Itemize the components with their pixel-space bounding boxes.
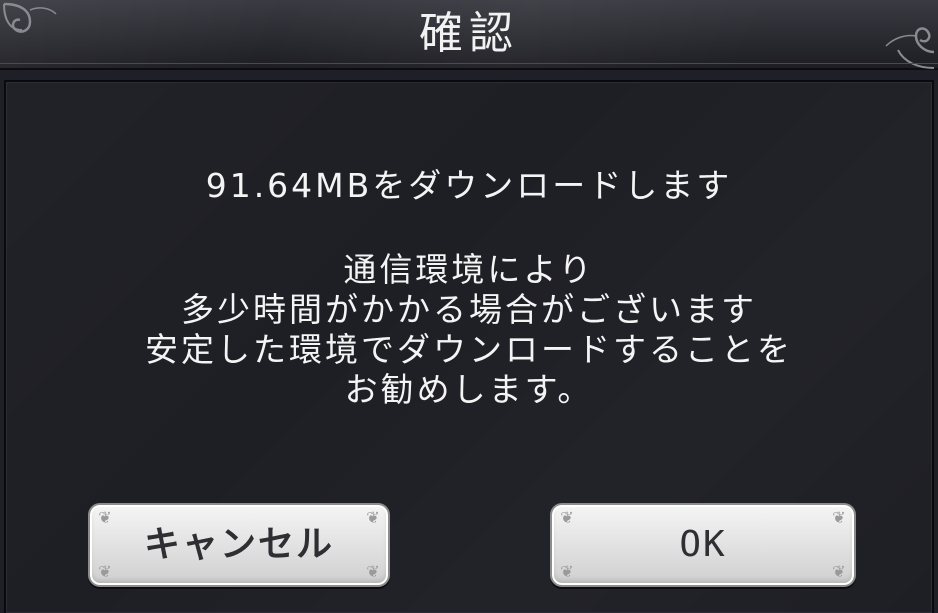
scroll-ornament-icon	[885, 27, 935, 69]
notice-line: 多少時間がかかる場合がございます	[181, 290, 757, 329]
notice-line: お勧めします。	[344, 370, 594, 409]
notice-line: 安定した環境でダウンロードすることを	[145, 330, 793, 369]
dialog-title: 確認	[419, 8, 519, 59]
cancel-button-label: キャンセル	[143, 524, 334, 565]
ok-button-label: OK	[679, 524, 727, 565]
ok-button[interactable]: ❦ ❦ ❦ ❦ OK	[550, 503, 856, 587]
download-confirm-dialog: 確認 91.64MBをダウンロードします 通信環境により 多少時間がかかる場合が…	[0, 0, 938, 613]
notice-line: 通信環境により	[343, 250, 595, 289]
cancel-button[interactable]: ❦ ❦ ❦ ❦ キャンセル	[88, 503, 390, 587]
dialog-title-bar: 確認	[0, 0, 938, 70]
download-size-message: 91.64MBをダウンロードします	[205, 166, 733, 205]
